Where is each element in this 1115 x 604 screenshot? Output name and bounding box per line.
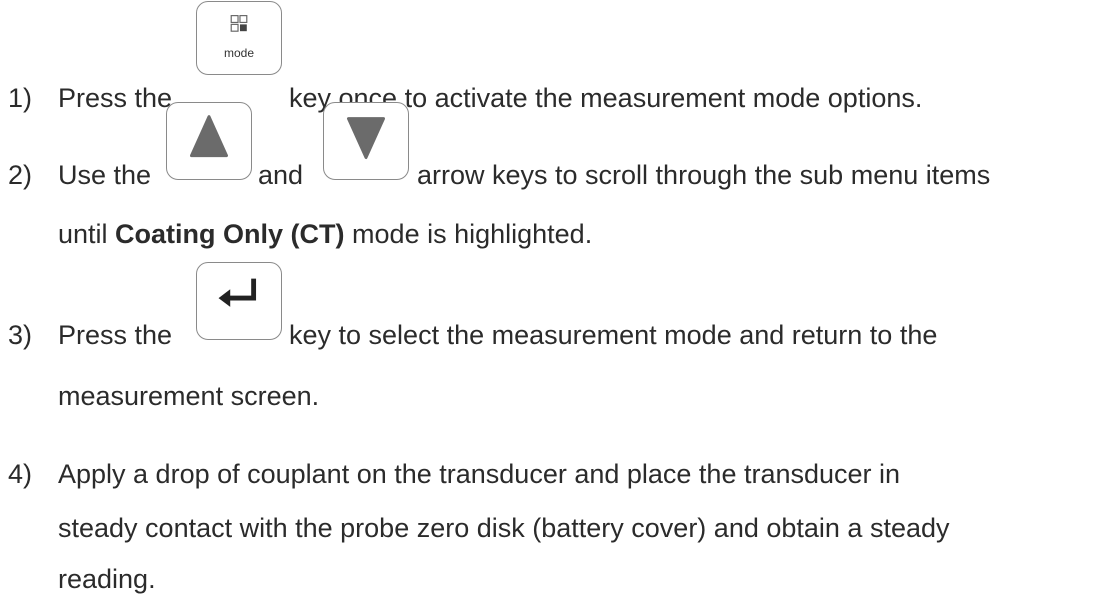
step-number: 3) [8,320,33,350]
step-text: mode is highlighted. [352,219,593,249]
step-text: and [258,160,304,190]
step-number: 2) [8,160,33,190]
mode-grid-icon [230,15,248,32]
mode-name-bold: Coating Only (CT) [115,219,345,249]
step-text: arrow keys to scroll through the sub men… [417,160,991,190]
step-text-line2: until Coating Only (CT) mode is highligh… [58,219,592,250]
step-text-line2: measurement screen. [58,381,320,411]
down-arrow-icon [347,117,385,160]
down-arrow-key [323,102,409,180]
mode-key: mode [196,1,282,75]
step-text-line2: steady contact with the probe zero disk … [58,513,950,543]
enter-key [196,262,282,340]
mode-key-label: mode [223,46,255,60]
step-number: 1) [8,83,33,113]
enter-return-icon [218,278,257,307]
up-arrow-key [166,102,252,180]
step-text-line3: reading. [58,564,156,594]
step-text: until [58,219,108,249]
step-text: Apply a drop of couplant on the transduc… [58,459,901,489]
up-arrow-icon [190,115,228,158]
step-text: Press the [58,320,173,350]
step-text: Use the [58,160,152,190]
step-text: key to select the measurement mode and r… [289,320,938,350]
step-number: 4) [8,459,33,489]
step-text: Press the [58,83,173,113]
